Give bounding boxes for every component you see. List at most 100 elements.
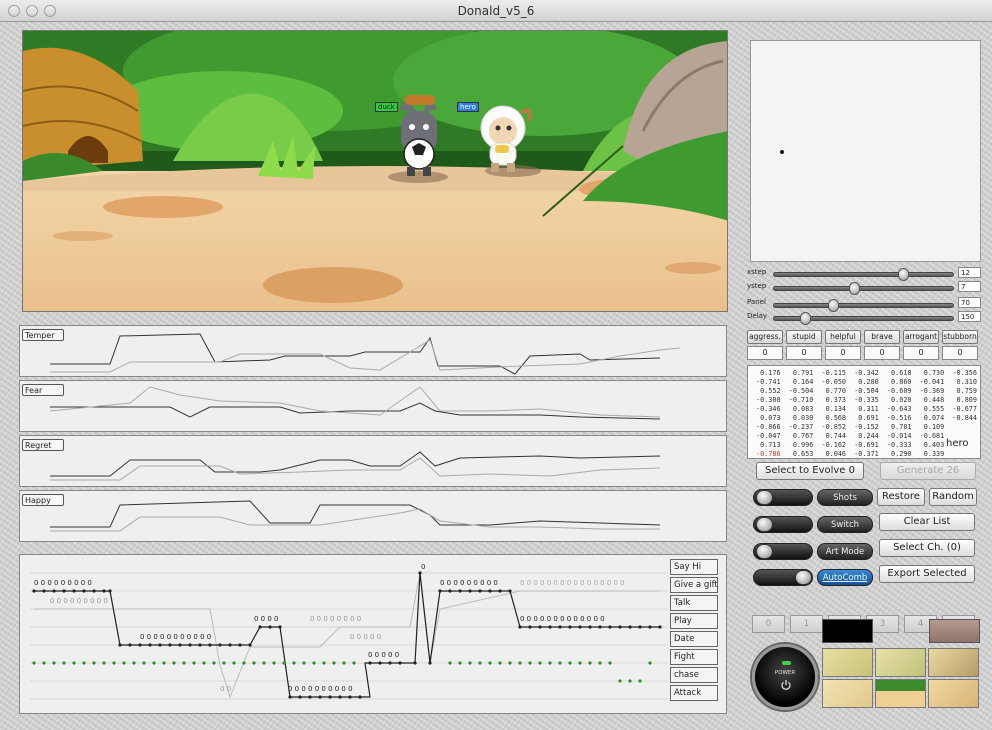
matrix-highlight-value: -0.786 xyxy=(756,450,781,458)
scene-thumbnail[interactable] xyxy=(822,648,873,677)
temper-graph-lines xyxy=(50,333,681,375)
game-scene[interactable]: duck hero xyxy=(22,30,728,312)
thumbnail-brown[interactable] xyxy=(929,619,980,643)
trait-arrogant-value[interactable]: 0 xyxy=(903,346,939,360)
shots-toggle-switch[interactable] xyxy=(753,489,813,506)
window-title: Donald_v5_6 xyxy=(457,4,535,18)
matrix-row: -0.866 -0.237 -0.852 -0.152 0.781 0.109 xyxy=(756,423,945,431)
row4-left-zeros: 0 0 0 0 0 0 0 0 0 0 0 xyxy=(140,633,212,641)
autocomb-toggle-knob[interactable] xyxy=(795,570,812,585)
clear-list-button[interactable]: Clear List xyxy=(879,513,975,531)
page-0-button[interactable]: 0 xyxy=(752,615,785,633)
delay-value[interactable]: 150 xyxy=(958,311,981,322)
scene-thumbnail[interactable] xyxy=(928,679,979,708)
panel-slider-thumb[interactable] xyxy=(828,299,840,312)
trait-brave-value[interactable]: 0 xyxy=(864,346,900,360)
temper-graph-panel: Temper xyxy=(19,325,727,377)
art-mode-toggle-switch[interactable] xyxy=(753,543,813,560)
app-content: duck hero Temper Fear Regret Happy 0 0 0… xyxy=(0,22,992,730)
xstep-slider-thumb[interactable] xyxy=(898,268,910,281)
matrix-row: 0.552 -0.504 0.770 -0.504 -0.609 -0.369 … xyxy=(756,387,977,395)
xstep-slider[interactable] xyxy=(773,268,954,281)
scene-thumbnail[interactable] xyxy=(822,679,873,708)
thumbnail-black[interactable] xyxy=(822,619,873,643)
action-fight-button[interactable]: Fight xyxy=(670,649,718,665)
hero-name-label: hero xyxy=(457,102,479,112)
scene-thumbnail[interactable] xyxy=(875,648,926,677)
art-mode-toggle-knob[interactable] xyxy=(756,544,773,559)
action-play-button[interactable]: Play xyxy=(670,613,718,629)
happy-graph-panel: Happy xyxy=(19,490,727,542)
row4-mid-zeros: 0 0 0 0 0 xyxy=(350,633,382,641)
scene-thumbnail[interactable] xyxy=(928,648,979,677)
autocomb-toggle-switch[interactable] xyxy=(753,569,813,586)
switch-toggle-label[interactable]: Switch xyxy=(817,516,873,533)
position-dot xyxy=(780,150,784,154)
power-button[interactable]: POWER xyxy=(752,644,818,710)
ystep-value[interactable]: 7 xyxy=(958,281,981,292)
ystep-slider-thumb[interactable] xyxy=(848,282,860,295)
trait-stubborn-value[interactable]: 0 xyxy=(942,346,978,360)
xstep-value[interactable]: 12 xyxy=(958,267,981,278)
shots-toggle-knob[interactable] xyxy=(756,490,773,505)
regret-graph-lines xyxy=(50,451,661,481)
action-talk-button[interactable]: Talk xyxy=(670,595,718,611)
row1-right-zeros: 0 0 0 0 0 0 0 0 0 xyxy=(440,579,498,587)
trait-stupid-button[interactable]: stupid xyxy=(786,330,822,344)
switch-toggle-knob[interactable] xyxy=(756,517,773,532)
power-icon xyxy=(781,680,791,690)
delay-slider[interactable] xyxy=(773,312,954,325)
action-attack-button[interactable]: Attack xyxy=(670,685,718,701)
happy-graph-lines xyxy=(50,500,661,532)
character-name: hero xyxy=(946,438,969,449)
power-led xyxy=(782,661,791,665)
matrix-row-last: 0.653 0.046 -0.371 0.290 0.339 xyxy=(756,450,945,458)
peak-zero: 0 xyxy=(421,563,426,571)
random-button[interactable]: Random xyxy=(929,488,977,506)
row3-mid2-zeros: 0 0 0 0 0 0 0 0 xyxy=(310,615,362,623)
shots-toggle-label[interactable]: Shots xyxy=(817,489,873,506)
row5-mid-zeros: 0 0 0 0 0 xyxy=(368,651,400,659)
trait-arrogant-button[interactable]: arrogant xyxy=(903,330,939,344)
trait-helpful-value[interactable]: 0 xyxy=(825,346,861,360)
matrix-row: -0.047 0.767 0.744 0.244 -0.014 -0.681 xyxy=(756,432,945,440)
export-selected-button[interactable]: Export Selected xyxy=(879,565,975,583)
action-give-a-gift-button[interactable]: Give a gift xyxy=(670,577,718,593)
action-date-button[interactable]: Date xyxy=(670,631,718,647)
trait-stupid-value[interactable]: 0 xyxy=(786,346,822,360)
fear-graph-lines xyxy=(49,386,661,420)
action-sequence-panel: 0 0 0 0 0 0 0 0 0 0 0 0 0 0 0 0 0 0 0 0 … xyxy=(19,554,727,714)
row8-mid-zeros: 0 0 0 0 0 0 0 0 0 0 xyxy=(288,685,353,693)
trait-brave-button[interactable]: brave xyxy=(864,330,900,344)
select-to-evolve-button[interactable]: Select to Evolve 0 xyxy=(756,462,864,480)
xstep-label: xstep xyxy=(747,268,767,276)
regret-graph-panel: Regret xyxy=(19,435,727,487)
trait-aggress-value[interactable]: 0 xyxy=(747,346,783,360)
select-ch-button[interactable]: Select Ch. (0) xyxy=(879,539,975,557)
restore-button[interactable]: Restore xyxy=(877,488,925,506)
art-mode-toggle-label[interactable]: Art Mode xyxy=(817,543,873,560)
matrix-row: 0.176 0.791 -0.115 -0.342 0.610 0.730 -0… xyxy=(756,369,977,377)
delay-slider-thumb[interactable] xyxy=(799,312,811,325)
position-map-panel[interactable] xyxy=(750,40,981,262)
matrix-row: 0.713 0.996 -0.162 -0.691 -0.333 0.403 xyxy=(756,441,945,449)
action-chase-button[interactable]: chase xyxy=(670,667,718,683)
panel-label: Panel xyxy=(747,298,766,306)
panel-value[interactable]: 70 xyxy=(958,297,981,308)
row5-right-zeros: 0 0 0 0 0 0 0 0 0 0 0 0 0 xyxy=(520,615,605,623)
fear-graph-panel: Fear xyxy=(19,380,727,432)
trait-helpful-button[interactable]: helpful xyxy=(825,330,861,344)
trait-stubborn-button[interactable]: stubborn xyxy=(942,330,978,344)
ystep-label: ystep xyxy=(747,282,767,290)
ystep-slider[interactable] xyxy=(773,282,954,295)
switch-toggle-switch[interactable] xyxy=(753,516,813,533)
page-1-button[interactable]: 1 xyxy=(790,615,823,633)
autocomb-toggle-label[interactable]: AutoComb xyxy=(817,569,873,586)
matrix-row: -0.346 0.083 0.134 0.311 -0.643 0.555 -0… xyxy=(756,405,977,413)
action-say-hi-button[interactable]: Say Hi xyxy=(670,559,718,575)
generate-button[interactable]: Generate 26 xyxy=(880,462,976,480)
panel-slider[interactable] xyxy=(773,299,954,312)
power-label: POWER xyxy=(774,670,796,676)
scene-thumbnail[interactable] xyxy=(875,679,926,708)
trait-aggress-button[interactable]: aggress. xyxy=(747,330,783,344)
